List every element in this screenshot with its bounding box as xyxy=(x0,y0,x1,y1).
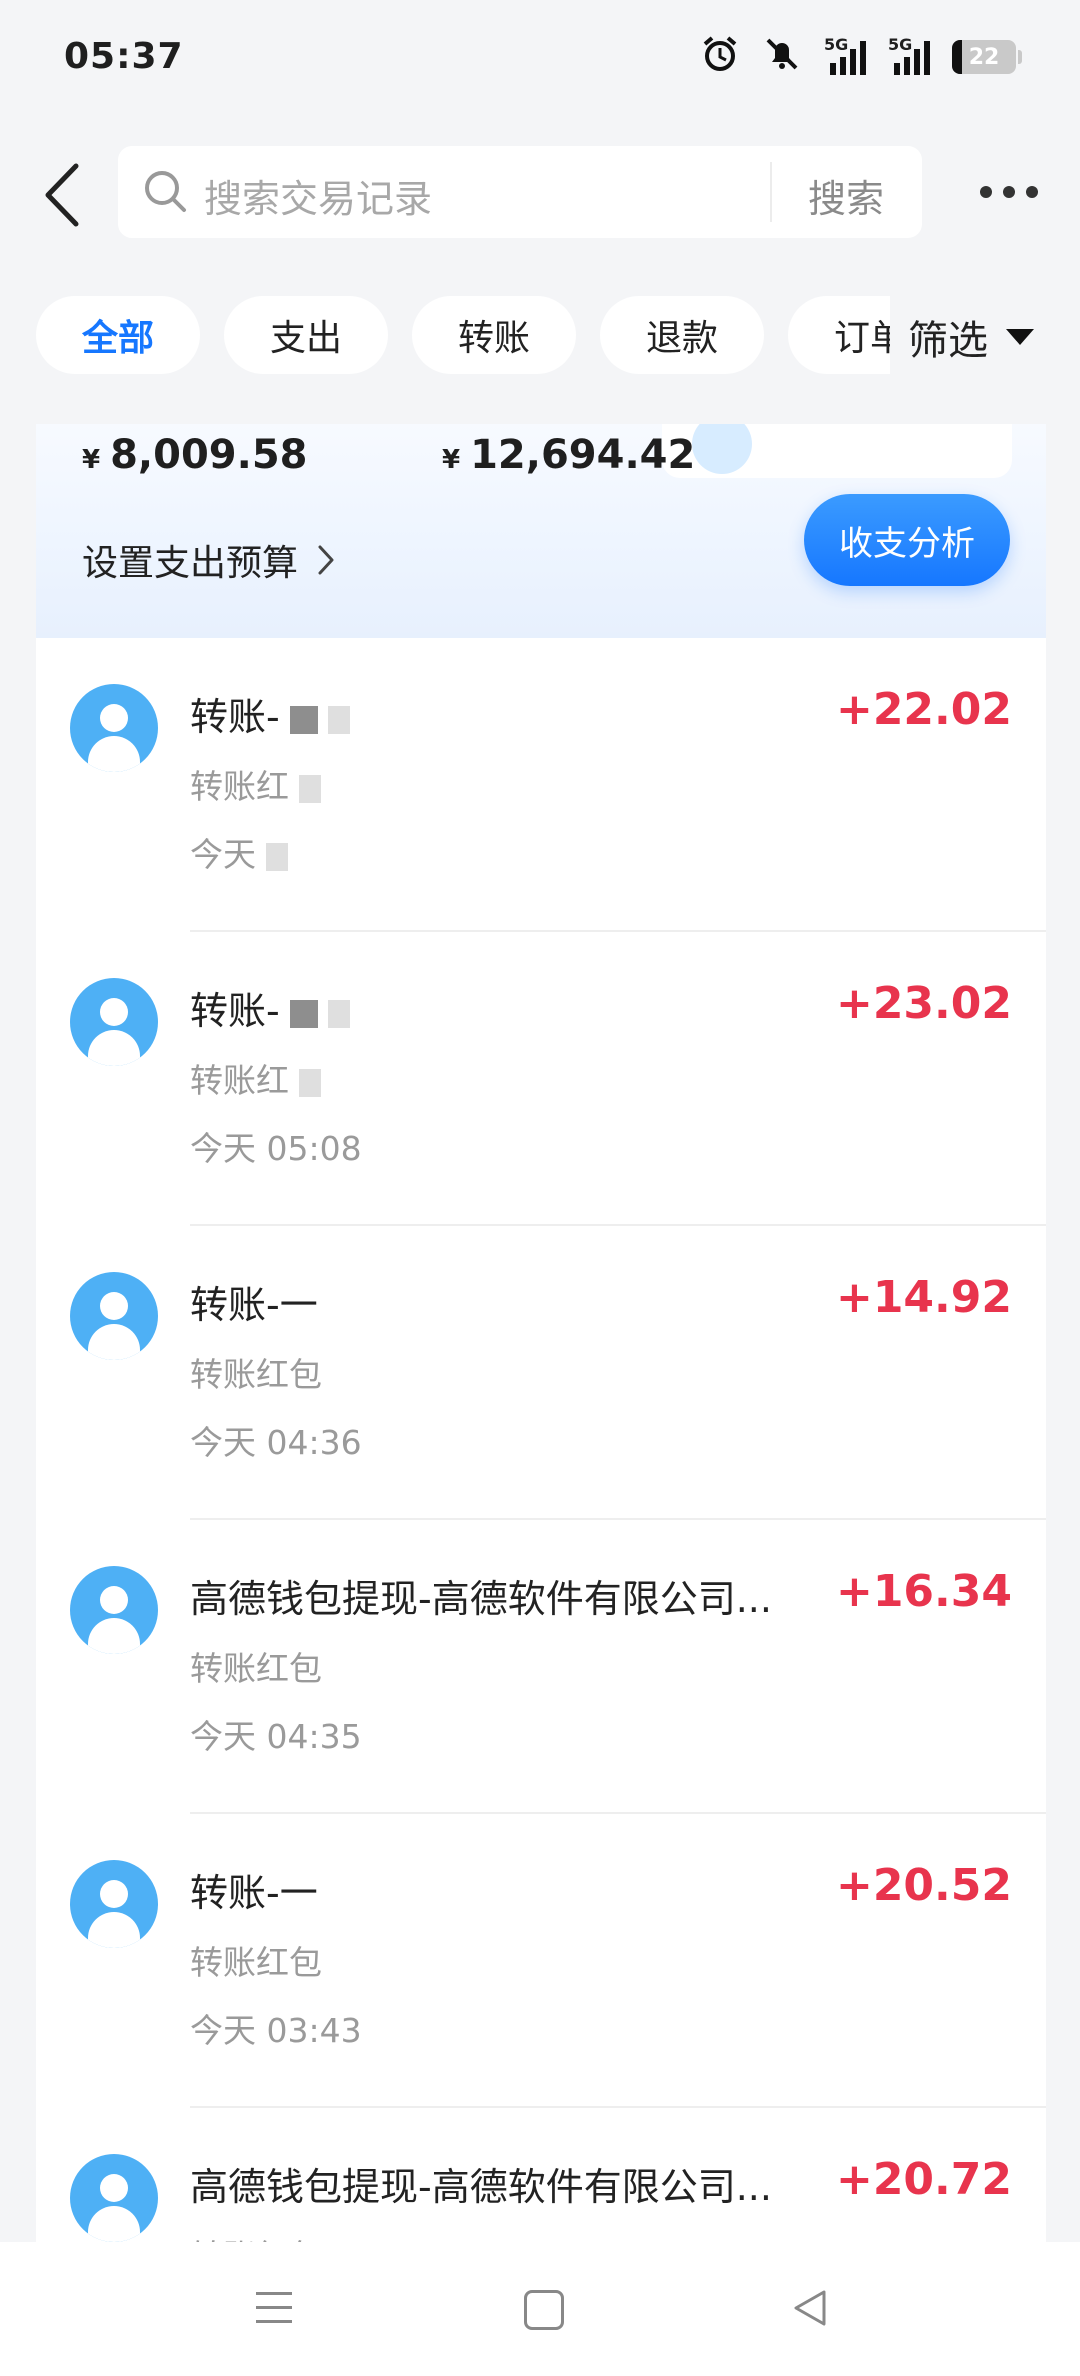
transaction-amount: +20.72 xyxy=(835,2154,1012,2205)
budget-label: 设置支出预算 xyxy=(82,543,299,584)
avatar xyxy=(70,1860,158,1948)
summary-amount-right: ¥12,694.42 xyxy=(442,432,695,478)
transaction-time: 今天 05:08 xyxy=(190,1129,362,1168)
transaction-title: 转账-一 xyxy=(190,1283,318,1327)
chip-refund[interactable]: 退款 xyxy=(600,296,764,374)
transaction-title: 高德钱包提现-高德软件有限公司... xyxy=(190,2165,772,2209)
transaction-row[interactable]: 转账- 转账红 今天 +22.02 xyxy=(36,638,1046,932)
status-bar: 05:37 5G 5G 22 xyxy=(0,0,1080,120)
amount-right-value: 12,694.42 xyxy=(470,432,696,478)
status-icons: 5G 5G 22 xyxy=(700,34,1022,80)
transaction-subtitle: 转账红包 xyxy=(190,2230,322,2242)
battery-icon: 22 xyxy=(952,40,1022,74)
filter-button[interactable]: 筛选 xyxy=(890,296,1034,378)
dropdown-triangle-icon xyxy=(1006,329,1034,345)
income-expense-analysis-button[interactable]: 收支分析 xyxy=(804,494,1010,586)
currency-symbol: ¥ xyxy=(442,445,461,475)
signal-icon-2: 5G xyxy=(888,35,930,75)
transaction-amount: +20.52 xyxy=(835,1860,1012,1911)
transaction-row[interactable]: 高德钱包提现-高德软件有限公司... 转账红包 +20.72 xyxy=(36,2108,1046,2242)
set-budget-link[interactable]: 设置支出预算 xyxy=(82,534,336,586)
back-triangle-icon xyxy=(794,2290,826,2326)
avatar xyxy=(70,684,158,772)
transaction-row[interactable]: 转账-一 转账红包 今天 03:43 +20.52 xyxy=(36,1814,1046,2108)
transaction-time: 今天 xyxy=(190,828,288,876)
search-icon xyxy=(142,168,188,218)
back-arrow-icon xyxy=(45,163,79,227)
nav-back-button[interactable] xyxy=(790,2288,830,2332)
filter-label: 筛选 xyxy=(908,318,988,364)
recent-apps-button[interactable] xyxy=(256,2292,292,2334)
more-icon xyxy=(980,186,992,198)
transaction-subtitle: 转账红 xyxy=(190,760,321,808)
signal-icon: 5G xyxy=(824,35,866,75)
transaction-row[interactable]: 高德钱包提现-高德软件有限公司... 转账红包 今天 04:35 +16.34 xyxy=(36,1520,1046,1814)
back-button[interactable] xyxy=(40,160,88,230)
category-chips: 全部 支出 转账 退款 订单 xyxy=(36,296,952,378)
transaction-subtitle: 转账红包 xyxy=(190,1355,322,1394)
search-input[interactable]: 搜索交易记录 xyxy=(204,168,432,223)
search-bar[interactable]: 搜索交易记录 搜索 xyxy=(118,146,922,238)
transaction-subtitle: 转账红包 xyxy=(190,1943,322,1982)
transaction-amount: +14.92 xyxy=(835,1272,1012,1323)
chip-expense[interactable]: 支出 xyxy=(224,296,388,374)
transaction-time: 今天 04:36 xyxy=(190,1423,362,1462)
summary-amount-left: ¥8,009.58 xyxy=(82,432,307,478)
currency-symbol: ¥ xyxy=(82,445,101,475)
summary-card: ¥8,009.58 ¥12,694.42 设置支出预算 收支分析 xyxy=(36,424,1046,638)
transaction-title: 转账- xyxy=(190,686,810,741)
system-nav-bar xyxy=(0,2242,1080,2376)
chip-all[interactable]: 全部 xyxy=(36,296,200,374)
chevron-right-icon xyxy=(318,545,334,575)
avatar xyxy=(70,1566,158,1654)
chip-transfer[interactable]: 转账 xyxy=(412,296,576,374)
search-divider xyxy=(770,162,772,222)
avatar xyxy=(70,1272,158,1360)
transaction-row[interactable]: 转账-一 转账红包 今天 04:36 +14.92 xyxy=(36,1226,1046,1520)
mute-bell-icon xyxy=(762,34,802,80)
amount-left-value: 8,009.58 xyxy=(110,432,308,478)
transaction-row[interactable]: 转账- 转账红 今天 05:08 +23.02 xyxy=(36,932,1046,1226)
transaction-amount: +22.02 xyxy=(835,684,1012,735)
transaction-time: 今天 03:43 xyxy=(190,2011,362,2050)
home-button[interactable] xyxy=(524,2290,564,2330)
transaction-time: 今天 04:35 xyxy=(190,1717,362,1756)
transaction-subtitle: 转账红包 xyxy=(190,1649,322,1688)
transaction-title: 转账-一 xyxy=(190,1871,318,1915)
transaction-amount: +23.02 xyxy=(835,978,1012,1029)
transaction-subtitle: 转账红 xyxy=(190,1054,321,1102)
status-time: 05:37 xyxy=(64,36,184,77)
transaction-title: 转账- xyxy=(190,980,810,1035)
avatar xyxy=(70,2154,158,2242)
search-button[interactable]: 搜索 xyxy=(808,168,884,223)
alarm-icon xyxy=(700,34,740,80)
transaction-title: 高德钱包提现-高德软件有限公司... xyxy=(190,1577,772,1621)
avatar xyxy=(70,978,158,1066)
transaction-list: 转账- 转账红 今天 +22.02 转账- 转账红 今天 05:08 +23.0… xyxy=(36,638,1046,2242)
tooltip-bubble xyxy=(662,424,1012,478)
transaction-amount: +16.34 xyxy=(835,1566,1012,1617)
more-options-button[interactable] xyxy=(980,186,1038,198)
